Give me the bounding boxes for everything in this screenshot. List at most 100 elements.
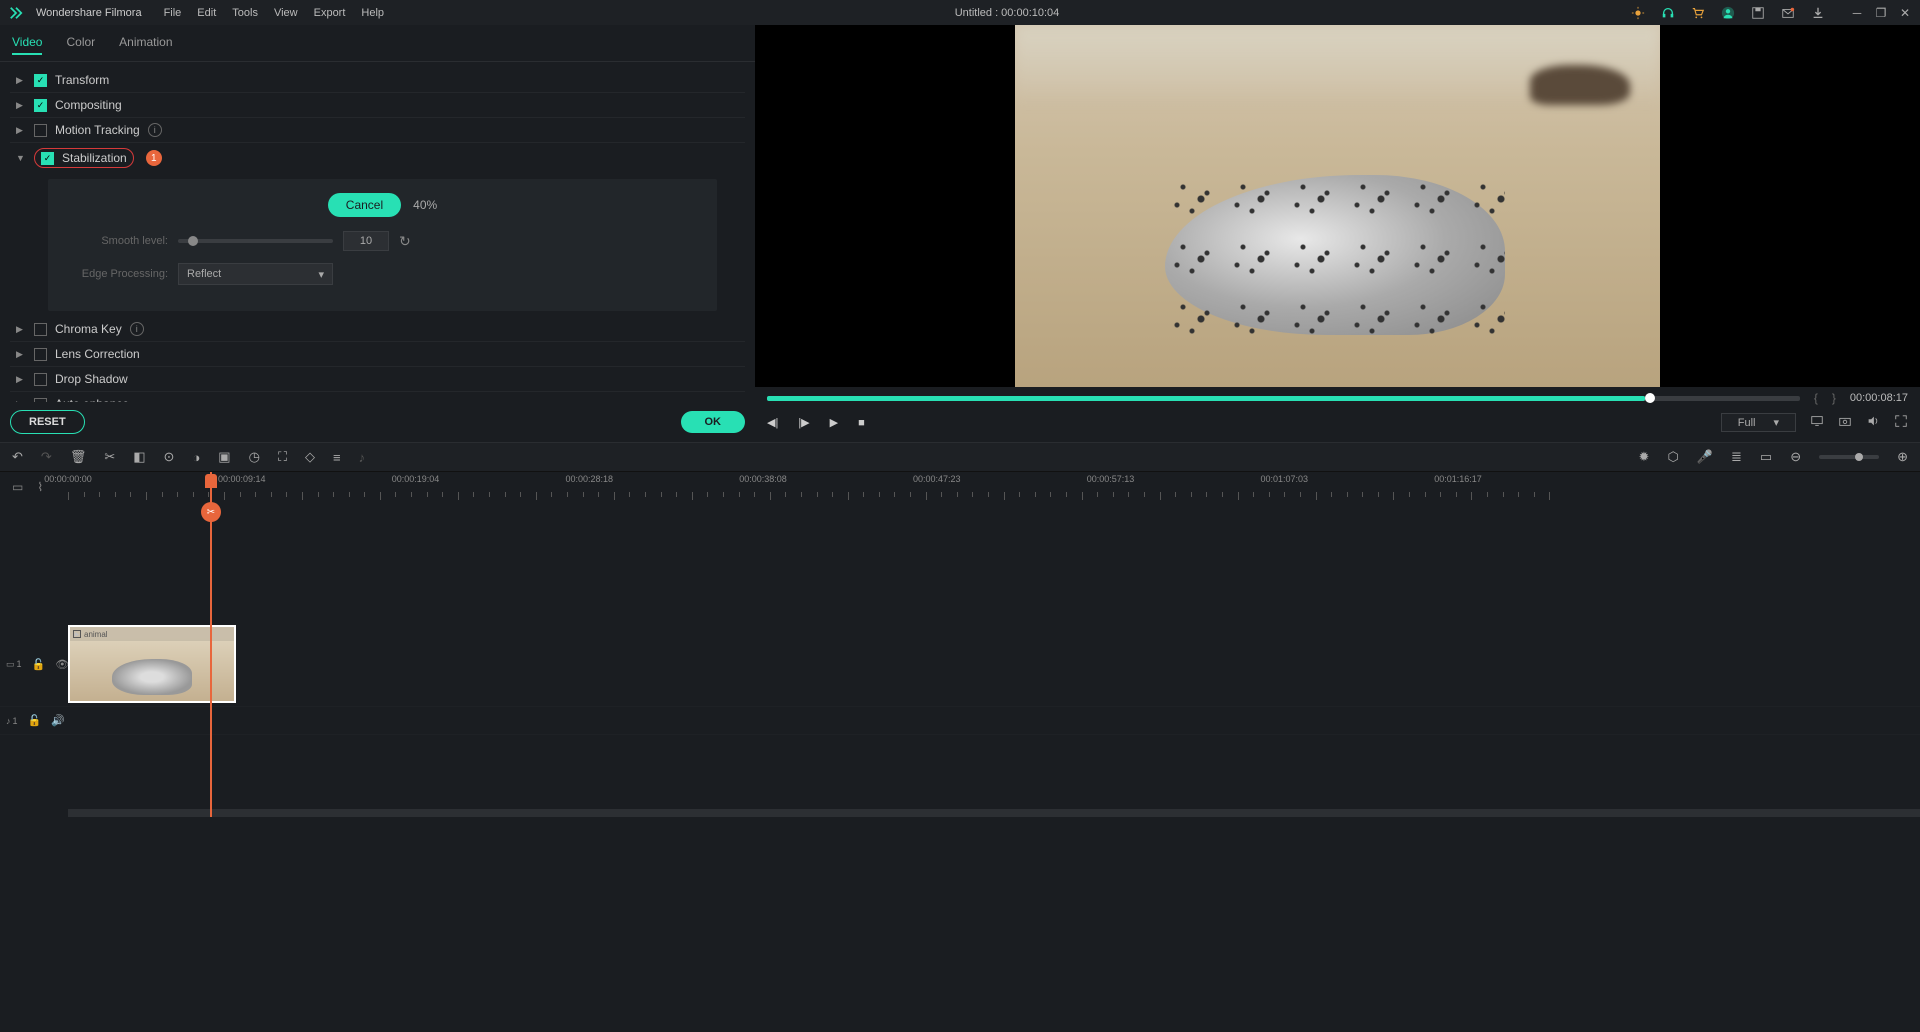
compositing-checkbox[interactable]: ✓ [34, 99, 47, 112]
maximize-button[interactable]: ❐ [1874, 6, 1888, 20]
keyframe-icon[interactable]: ◇ [305, 449, 315, 465]
zoom-out-icon[interactable]: ⊖ [1790, 449, 1801, 465]
zoom-slider[interactable] [1819, 455, 1879, 459]
crop-icon[interactable]: ◧ [133, 449, 145, 465]
prop-chroma-key[interactable]: ▶ Chroma Key i [10, 317, 745, 342]
help-icon[interactable]: i [130, 322, 144, 336]
zoom-in-icon[interactable]: ⊕ [1897, 449, 1908, 465]
timeline-ruler[interactable]: 00:00:00:0000:00:09:1400:00:19:0400:00:2… [68, 474, 1908, 500]
prop-motion-tracking[interactable]: ▶ Motion Tracking i [10, 118, 745, 143]
next-frame-button[interactable]: |▶ [798, 416, 809, 429]
color-icon[interactable]: ◑ [192, 450, 200, 465]
lock-icon[interactable]: 🔓 [32, 658, 46, 671]
prop-transform[interactable]: ▶ ✓ Transform [10, 68, 745, 93]
render-icon[interactable]: ✹ [1639, 449, 1650, 465]
reset-icon[interactable]: ↻ [399, 233, 411, 250]
quality-select[interactable]: Full ▾ [1721, 413, 1796, 432]
track-icon[interactable]: ▭ [1760, 449, 1772, 465]
playhead[interactable]: ✂ [210, 472, 212, 817]
menu-file[interactable]: File [164, 7, 182, 19]
headphones-icon[interactable] [1660, 5, 1676, 21]
redo-icon[interactable]: ↷ [41, 449, 52, 465]
scissors-icon[interactable]: ✂ [201, 502, 221, 522]
link-icon[interactable]: ⌇ [37, 480, 43, 494]
cart-icon[interactable] [1690, 5, 1706, 21]
prop-compositing[interactable]: ▶ ✓ Compositing [10, 93, 745, 118]
ok-button[interactable]: OK [681, 411, 746, 433]
cut-icon[interactable]: ✂ [104, 449, 115, 465]
volume-icon[interactable] [1866, 414, 1880, 431]
audio-track[interactable]: ♪1 🔓 🔊 [0, 707, 1920, 735]
chevron-right-icon[interactable]: ▶ [16, 324, 26, 335]
menu-tools[interactable]: Tools [232, 7, 258, 19]
speed-icon[interactable]: ⊙ [164, 449, 175, 465]
cancel-button[interactable]: Cancel [328, 193, 401, 217]
display-icon[interactable] [1810, 414, 1824, 431]
tab-animation[interactable]: Animation [119, 35, 172, 55]
stop-button[interactable]: ■ [858, 417, 865, 429]
menu-help[interactable]: Help [361, 7, 384, 19]
lens-correction-checkbox[interactable] [34, 348, 47, 361]
undo-icon[interactable]: ↶ [12, 449, 23, 465]
playback-progress[interactable] [767, 396, 1800, 401]
timeline-settings-icon[interactable]: ▭ [12, 480, 23, 494]
play-button[interactable]: ▶ [830, 416, 838, 429]
download-icon[interactable] [1810, 5, 1826, 21]
chevron-right-icon[interactable]: ▶ [16, 75, 26, 86]
smooth-level-input[interactable] [343, 231, 389, 251]
close-button[interactable]: ✕ [1898, 6, 1912, 20]
delete-icon[interactable]: 🗑 [70, 449, 87, 465]
tab-video[interactable]: Video [12, 35, 42, 55]
ruler-tick-label: 00:01:07:03 [1260, 474, 1308, 484]
mark-out-icon[interactable]: } [1832, 391, 1836, 405]
chevron-right-icon[interactable]: ▶ [16, 125, 26, 136]
video-track[interactable]: ▭1 🔓 👁 ▶ animal [0, 622, 1920, 707]
sun-icon[interactable] [1630, 5, 1646, 21]
marker-icon[interactable]: ⬡ [1667, 449, 1678, 465]
motion-tracking-checkbox[interactable] [34, 124, 47, 137]
chevron-down-icon[interactable]: ▼ [16, 153, 26, 163]
voiceover-icon[interactable]: 🎤 [1697, 449, 1713, 465]
help-icon[interactable]: i [148, 123, 162, 137]
transform-checkbox[interactable]: ✓ [34, 74, 47, 87]
lock-icon[interactable]: 🔓 [28, 714, 42, 727]
expand-icon[interactable]: ⛶ [278, 449, 287, 465]
mark-in-icon[interactable]: { [1814, 391, 1818, 405]
reset-button[interactable]: RESET [10, 410, 85, 434]
chevron-right-icon[interactable]: ▶ [16, 374, 26, 385]
edge-processing-select[interactable]: Reflect ▾ [178, 263, 333, 285]
timeline-scrollbar[interactable] [68, 809, 1920, 817]
prop-stabilization[interactable]: ▼ ✓ Stabilization 1 [10, 143, 745, 173]
drop-shadow-label: Drop Shadow [55, 372, 128, 386]
mixer-icon[interactable]: ≣ [1731, 449, 1742, 465]
audio-icon[interactable]: ♪ [359, 450, 366, 465]
smooth-level-slider[interactable] [178, 239, 333, 243]
menu-view[interactable]: View [274, 7, 298, 19]
minimize-button[interactable]: ─ [1850, 6, 1864, 20]
chevron-right-icon[interactable]: ▶ [16, 349, 26, 360]
speaker-icon[interactable]: 🔊 [51, 714, 65, 727]
playback-timestamp: 00:00:08:17 [1850, 392, 1908, 404]
tab-color[interactable]: Color [66, 35, 95, 55]
adjust-icon[interactable]: ≡ [333, 450, 341, 465]
prop-lens-correction[interactable]: ▶ Lens Correction [10, 342, 745, 367]
prev-frame-button[interactable]: ◀| [767, 416, 778, 429]
clock-icon[interactable]: ◷ [249, 449, 260, 465]
titlebar: Wondershare Filmora File Edit Tools View… [0, 0, 1920, 25]
chevron-right-icon[interactable]: ▶ [16, 100, 26, 111]
fullscreen-icon[interactable] [1894, 414, 1908, 431]
user-icon[interactable] [1720, 5, 1736, 21]
stabilization-checkbox[interactable]: ✓ [41, 152, 54, 165]
drop-shadow-checkbox[interactable] [34, 373, 47, 386]
snapshot-icon[interactable] [1838, 414, 1852, 431]
prop-drop-shadow[interactable]: ▶ Drop Shadow [10, 367, 745, 392]
green-screen-icon[interactable]: ▣ [218, 449, 230, 465]
menu-export[interactable]: Export [314, 7, 346, 19]
chroma-key-checkbox[interactable] [34, 323, 47, 336]
mail-icon[interactable] [1780, 5, 1796, 21]
save-icon[interactable] [1750, 5, 1766, 21]
timeline-toolbar: ↶ ↷ 🗑 ✂ ◧ ⊙ ◑ ▣ ◷ ⛶ ◇ ≡ ♪ ✹ ⬡ 🎤 ≣ ▭ ⊖ ⊕ [0, 442, 1920, 472]
prop-auto-enhance[interactable]: ▶ Auto enhance [10, 392, 745, 402]
stabilization-label: Stabilization [62, 151, 127, 165]
menu-edit[interactable]: Edit [197, 7, 216, 19]
